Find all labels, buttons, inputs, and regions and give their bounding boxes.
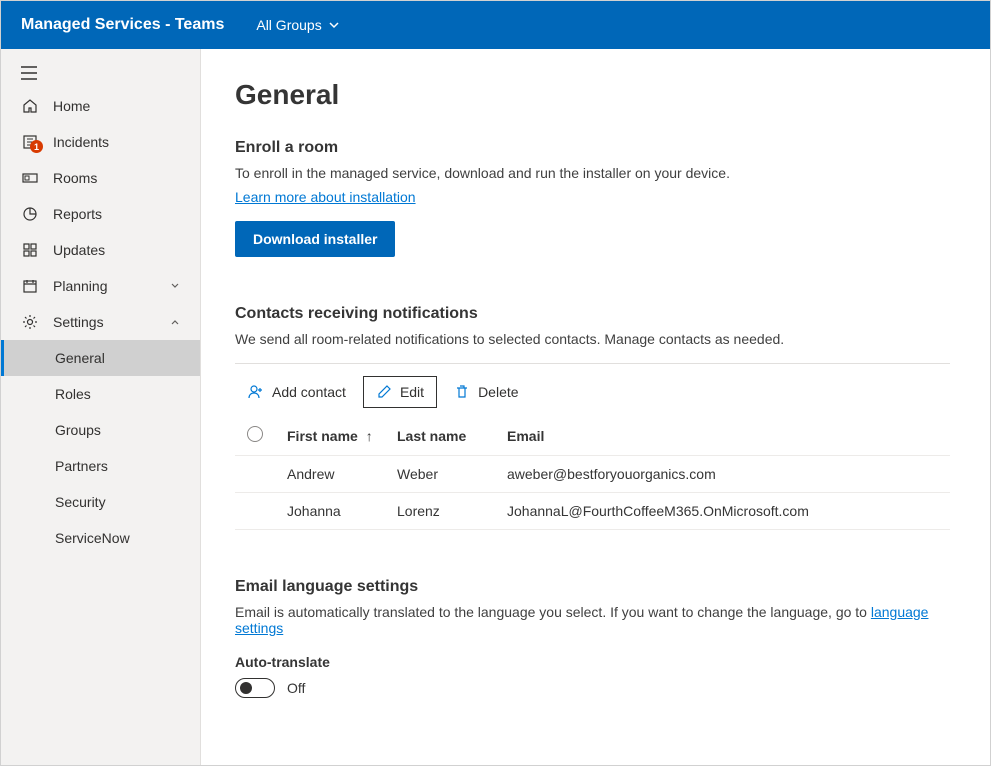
sort-ascending-icon: ↑	[366, 428, 373, 444]
settings-icon	[22, 314, 38, 330]
sidebar-item-label: Incidents	[53, 134, 109, 150]
column-select[interactable]	[235, 416, 275, 456]
add-contact-button[interactable]: Add contact	[235, 376, 359, 408]
table-row[interactable]: Johanna Lorenz JohannaL@FourthCoffeeM365…	[235, 493, 950, 530]
incidents-badge: 1	[30, 140, 43, 153]
delete-contact-button[interactable]: Delete	[441, 376, 531, 408]
delete-icon	[454, 384, 470, 400]
enroll-heading: Enroll a room	[235, 139, 950, 157]
add-contact-icon	[248, 384, 264, 400]
email-lang-heading: Email language settings	[235, 578, 950, 596]
cell-email: aweber@bestforyouorganics.com	[495, 456, 950, 493]
edit-icon	[376, 384, 392, 400]
contacts-description: We send all room-related notifications t…	[235, 331, 950, 347]
chevron-up-icon	[170, 317, 180, 327]
sidebar-item-label: Settings	[53, 314, 104, 330]
toggle-state-text: Off	[287, 680, 305, 696]
page-title: General	[235, 79, 950, 111]
learn-more-link[interactable]: Learn more about installation	[235, 189, 416, 205]
sidebar-item-home[interactable]: Home	[1, 88, 200, 124]
app-title: Managed Services - Teams	[21, 16, 224, 34]
column-last-name[interactable]: Last name	[385, 416, 495, 456]
main-content: General Enroll a room To enroll in the m…	[201, 49, 990, 765]
add-contact-label: Add contact	[272, 384, 346, 400]
reports-icon	[22, 206, 38, 222]
sidebar-item-planning[interactable]: Planning	[1, 268, 200, 304]
contacts-heading: Contacts receiving notifications	[235, 305, 950, 323]
contacts-toolbar: Add contact Edit Delete	[235, 363, 950, 408]
auto-translate-toggle[interactable]	[235, 678, 275, 698]
cell-first-name: Andrew	[275, 456, 385, 493]
sidebar-item-rooms[interactable]: Rooms	[1, 160, 200, 196]
sidebar-subitem-servicenow[interactable]: ServiceNow	[1, 520, 200, 556]
email-lang-description: Email is automatically translated to the…	[235, 604, 950, 636]
contacts-table: First name ↑ Last name Email Andrew Webe…	[235, 416, 950, 530]
cell-email: JohannaL@FourthCoffeeM365.OnMicrosoft.co…	[495, 493, 950, 530]
hamburger-menu-button[interactable]	[1, 54, 200, 88]
table-row[interactable]: Andrew Weber aweber@bestforyouorganics.c…	[235, 456, 950, 493]
chevron-down-icon	[328, 19, 340, 31]
sidebar-subitem-partners[interactable]: Partners	[1, 448, 200, 484]
sidebar-item-label: Home	[53, 98, 90, 114]
sidebar-item-label: Planning	[53, 278, 108, 294]
rooms-icon	[22, 170, 38, 186]
chevron-down-icon	[170, 281, 180, 291]
planning-icon	[22, 278, 38, 294]
toggle-thumb	[240, 682, 252, 694]
updates-icon	[22, 242, 38, 258]
sidebar-item-updates[interactable]: Updates	[1, 232, 200, 268]
sidebar-subitem-security[interactable]: Security	[1, 484, 200, 520]
edit-contact-button[interactable]: Edit	[363, 376, 437, 408]
sidebar-item-label: Rooms	[53, 170, 97, 186]
app-header: Managed Services - Teams All Groups	[1, 1, 990, 49]
sidebar-item-settings[interactable]: Settings	[1, 304, 200, 340]
edit-label: Edit	[400, 384, 424, 400]
sidebar-subitem-roles[interactable]: Roles	[1, 376, 200, 412]
home-icon	[22, 98, 38, 114]
cell-last-name: Lorenz	[385, 493, 495, 530]
column-email[interactable]: Email	[495, 416, 950, 456]
sidebar-item-reports[interactable]: Reports	[1, 196, 200, 232]
delete-label: Delete	[478, 384, 518, 400]
sidebar-item-incidents[interactable]: 1 Incidents	[1, 124, 200, 160]
sidebar: Home 1 Incidents Rooms Reports Updates	[1, 49, 201, 765]
cell-first-name: Johanna	[275, 493, 385, 530]
column-first-name[interactable]: First name ↑	[275, 416, 385, 456]
auto-translate-label: Auto-translate	[235, 654, 950, 670]
sidebar-subitem-general[interactable]: General	[1, 340, 200, 376]
download-installer-button[interactable]: Download installer	[235, 221, 395, 257]
sidebar-item-label: Reports	[53, 206, 102, 222]
hamburger-icon	[21, 66, 37, 80]
sidebar-subitem-groups[interactable]: Groups	[1, 412, 200, 448]
group-selector-dropdown[interactable]: All Groups	[256, 17, 339, 33]
sidebar-item-label: Updates	[53, 242, 105, 258]
cell-last-name: Weber	[385, 456, 495, 493]
enroll-description: To enroll in the managed service, downlo…	[235, 165, 950, 181]
group-selector-label: All Groups	[256, 17, 321, 33]
select-all-radio[interactable]	[247, 426, 263, 442]
